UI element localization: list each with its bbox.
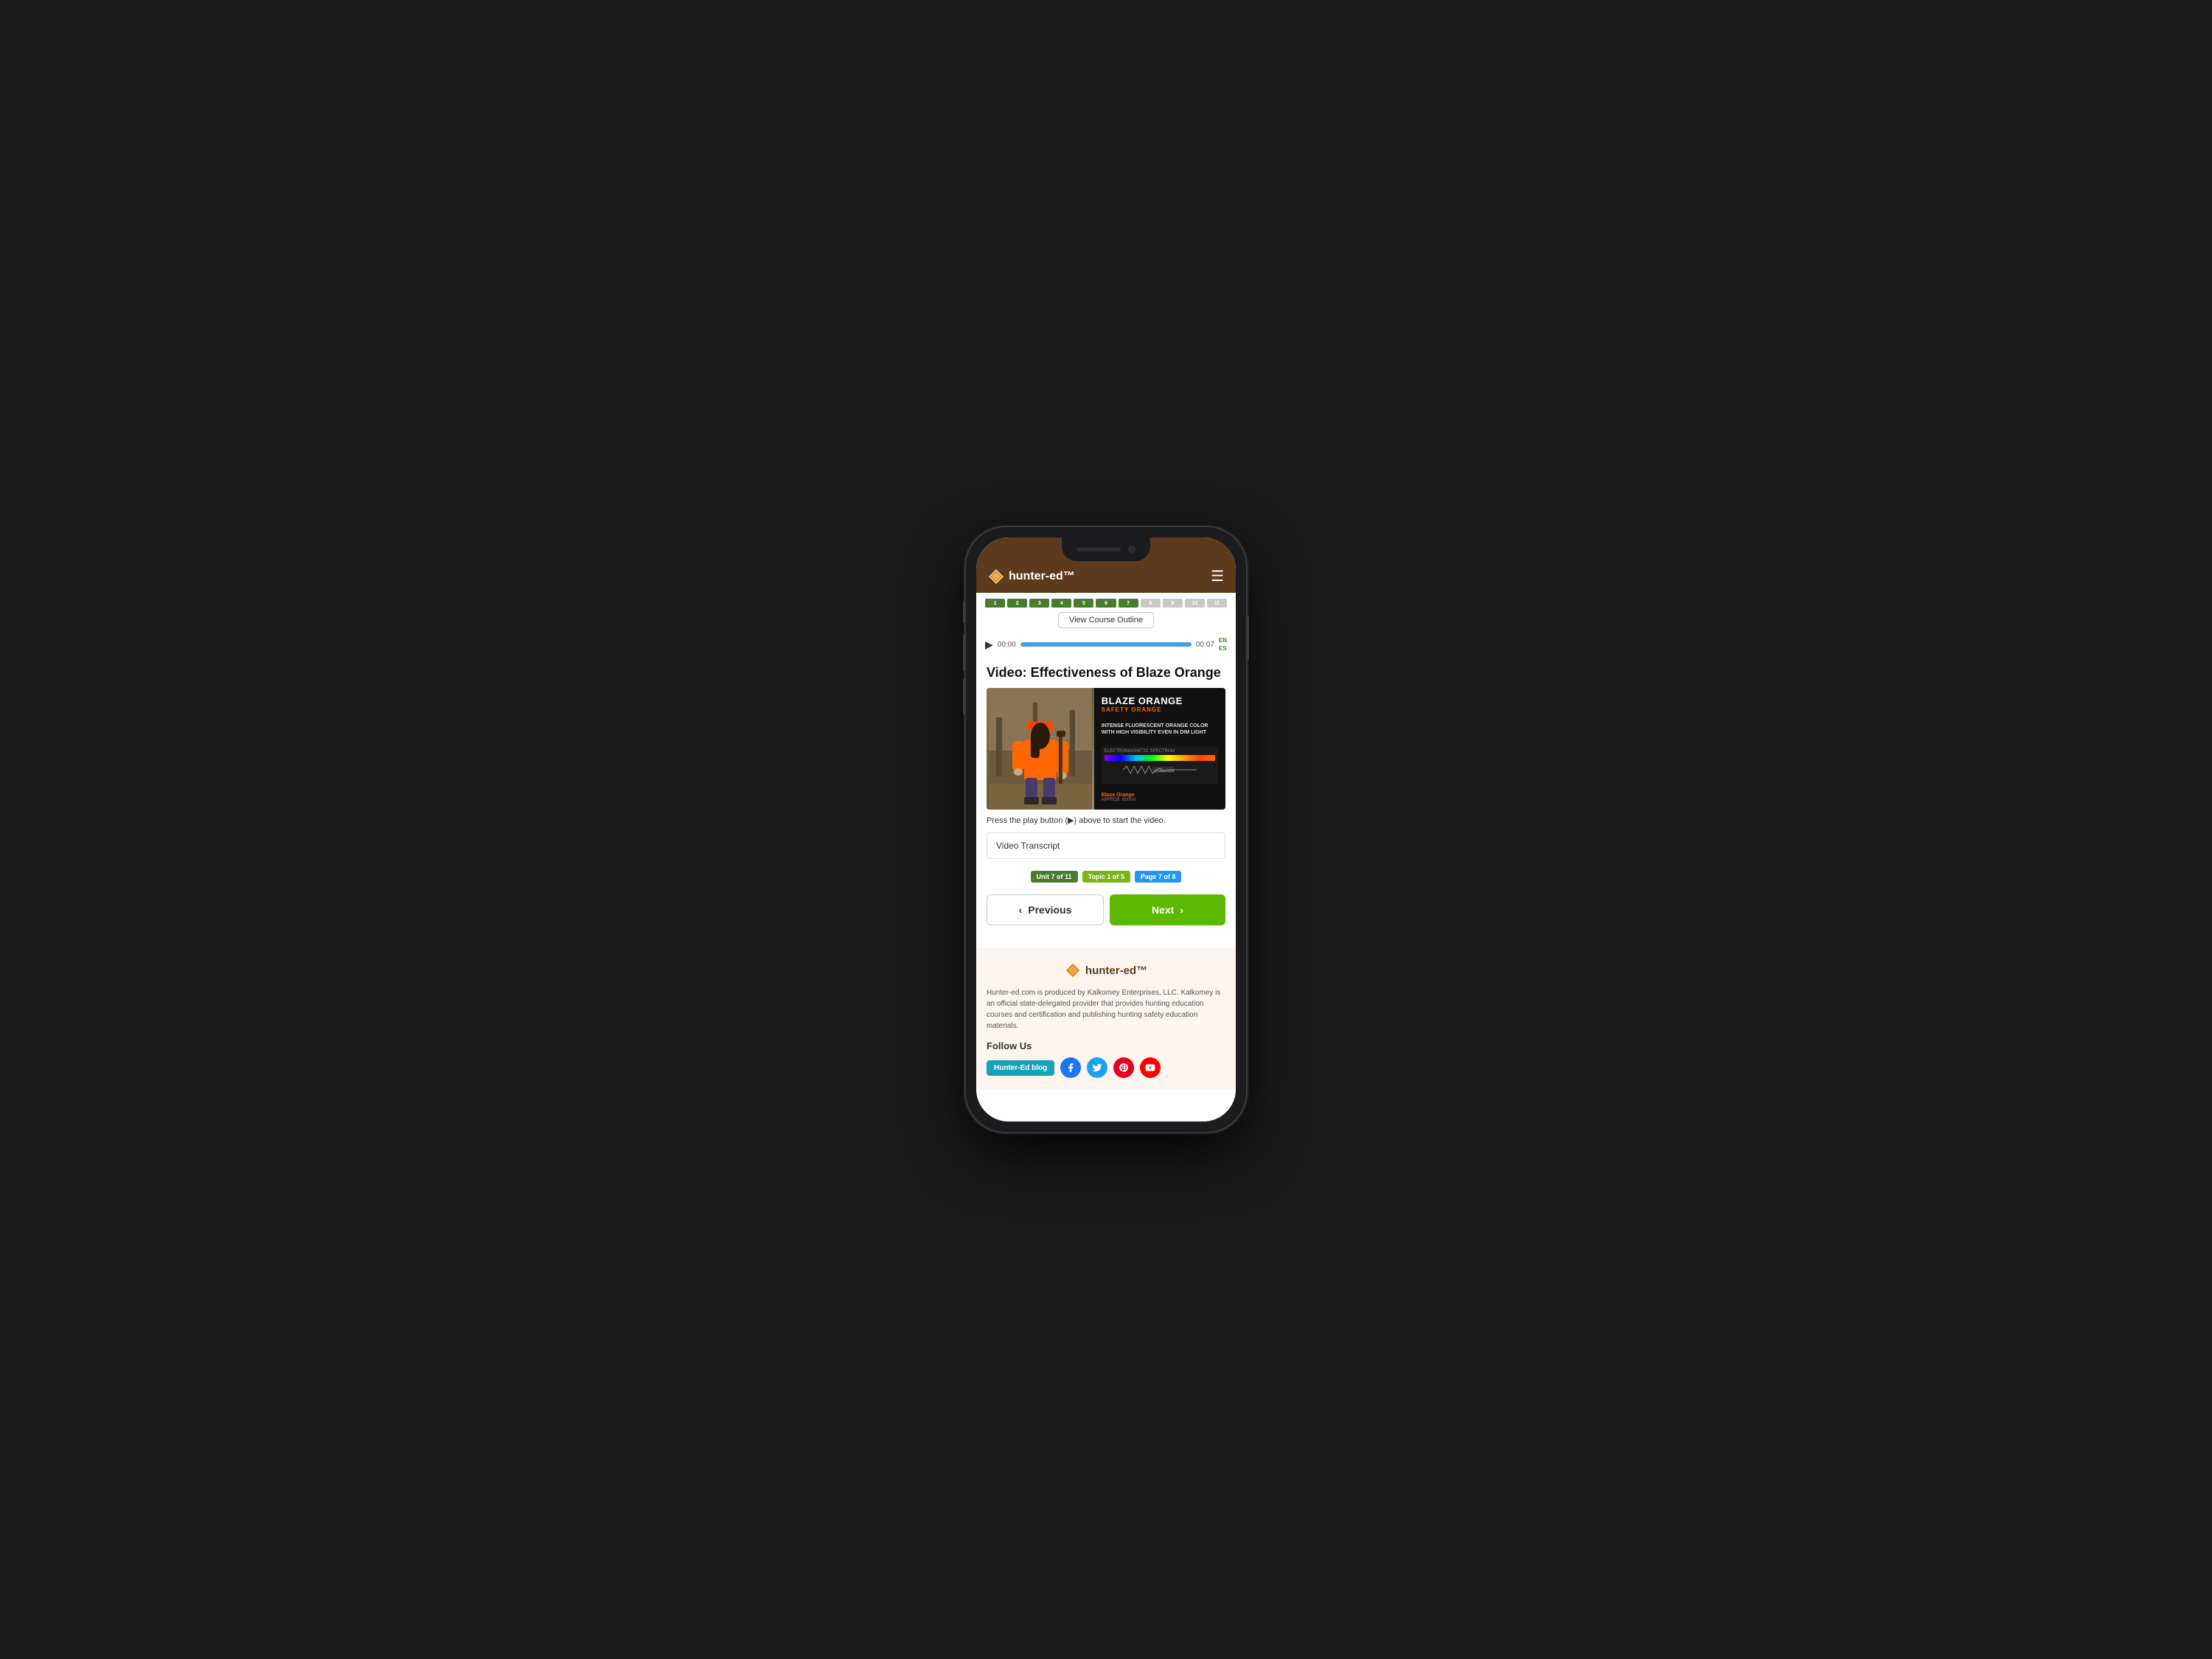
screen-content: hunter-ed™ ☰ 1 2 3 4 5 6 7 8 9 10 11 — [976, 538, 1236, 1121]
wave-svg: VISIBLE LIGHT — [1105, 762, 1215, 777]
phone-screen: hunter-ed™ ☰ 1 2 3 4 5 6 7 8 9 10 11 — [976, 538, 1236, 1121]
social-row: Hunter-Ed blog — [987, 1057, 1225, 1078]
svg-text:VISIBLE LIGHT: VISIBLE LIGHT — [1154, 769, 1175, 773]
prev-label: Previous — [1028, 904, 1071, 916]
footer-logo-diamond-icon — [1065, 962, 1081, 978]
blaze-orange-subtitle: SAFETY ORANGE — [1102, 706, 1218, 713]
power-button — [1246, 616, 1249, 660]
speaker — [1077, 547, 1121, 552]
unit-badge: Unit 7 of 11 — [1031, 871, 1078, 883]
nav-buttons: ‹ Previous Next › — [987, 894, 1225, 925]
footer-logo-text: hunter-ed™ — [1085, 964, 1147, 977]
facebook-icon[interactable] — [1060, 1057, 1081, 1078]
hamburger-menu-icon[interactable]: ☰ — [1211, 567, 1224, 585]
blaze-nm-label: APPROX. 620nm — [1102, 798, 1218, 802]
unit-step-1[interactable]: 1 — [985, 599, 1005, 608]
front-camera — [1128, 546, 1135, 553]
blaze-orange-title: BLAZE ORANGE — [1102, 695, 1218, 706]
next-label: Next — [1152, 904, 1174, 916]
silent-switch — [963, 601, 966, 623]
video-title: Video: Effectiveness of Blaze Orange — [987, 665, 1225, 681]
unit-step-6[interactable]: 6 — [1096, 599, 1116, 608]
spectrum-area: ELECTROMAGNETIC SPECTRUM VISIBLE LIGHT — [1102, 746, 1218, 784]
prev-icon: ‹ — [1019, 904, 1023, 916]
spectrum-label: ELECTROMAGNETIC SPECTRUM — [1105, 749, 1215, 754]
main-content: Video: Effectiveness of Blaze Orange — [976, 658, 1236, 947]
next-icon: › — [1180, 904, 1183, 916]
unit-step-7[interactable]: 7 — [1119, 599, 1138, 608]
blog-button[interactable]: Hunter-Ed blog — [987, 1060, 1054, 1076]
unit-step-5[interactable]: 5 — [1074, 599, 1093, 608]
unit-step-10[interactable]: 10 — [1185, 599, 1205, 608]
volume-up-button — [963, 634, 966, 671]
footer-description: Hunter-ed.com is produced by Kalkomey En… — [987, 987, 1225, 1032]
unit-step-9[interactable]: 9 — [1163, 599, 1183, 608]
logo-diamond-icon — [988, 568, 1004, 585]
progress-section: 1 2 3 4 5 6 7 8 9 10 11 View Course Outl… — [976, 593, 1236, 631]
transcript-section[interactable]: Video Transcript — [987, 832, 1225, 859]
phone-notch — [1062, 538, 1150, 561]
unit-steps: 1 2 3 4 5 6 7 8 9 10 11 — [985, 599, 1227, 608]
transcript-label[interactable]: Video Transcript — [996, 841, 1060, 851]
unit-step-4[interactable]: 4 — [1051, 599, 1071, 608]
video-thumbnail: BLAZE ORANGE SAFETY ORANGE INTENSE FLUOR… — [987, 688, 1225, 810]
page-badge: Page 7 of 8 — [1135, 871, 1182, 883]
blaze-orange-label: Blaze Orange — [1102, 793, 1218, 798]
footer: hunter-ed™ Hunter-ed.com is produced by … — [976, 947, 1236, 1090]
phone-frame: hunter-ed™ ☰ 1 2 3 4 5 6 7 8 9 10 11 — [966, 527, 1246, 1132]
pinterest-icon[interactable] — [1113, 1057, 1134, 1078]
unit-step-8[interactable]: 8 — [1141, 599, 1161, 608]
volume-down-button — [963, 678, 966, 715]
audio-player: ▶ 00:00 00:07 EN ES — [976, 631, 1236, 658]
audio-progress-bar[interactable] — [1020, 642, 1192, 647]
topic-badge: Topic 1 of 5 — [1082, 871, 1130, 883]
logo-area: hunter-ed™ — [988, 568, 1075, 585]
badges-row: Unit 7 of 11 Topic 1 of 5 Page 7 of 8 — [987, 871, 1225, 883]
play-button[interactable]: ▶ — [985, 639, 993, 651]
previous-button[interactable]: ‹ Previous — [987, 894, 1104, 925]
video-right-panel: BLAZE ORANGE SAFETY ORANGE INTENSE FLUOR… — [1094, 688, 1225, 810]
unit-step-3[interactable]: 3 — [1029, 599, 1049, 608]
video-left-panel — [987, 688, 1094, 810]
spectrum-bar — [1105, 755, 1215, 761]
lang-es-button[interactable]: ES — [1219, 645, 1227, 653]
follow-us-label: Follow Us — [987, 1040, 1225, 1051]
language-buttons: EN ES — [1219, 637, 1227, 652]
unit-step-11[interactable]: 11 — [1207, 599, 1227, 608]
lang-en-button[interactable]: EN — [1219, 637, 1227, 644]
time-end: 00:07 — [1196, 641, 1214, 649]
app-logo-text: hunter-ed™ — [1009, 570, 1075, 583]
twitter-icon[interactable] — [1087, 1057, 1107, 1078]
play-instruction: Press the play button (▶) above to start… — [987, 815, 1225, 825]
unit-step-2[interactable]: 2 — [1007, 599, 1027, 608]
hunter-svg — [987, 688, 1094, 810]
next-button[interactable]: Next › — [1110, 894, 1225, 925]
youtube-icon[interactable] — [1140, 1057, 1161, 1078]
footer-logo: hunter-ed™ — [987, 962, 1225, 978]
blaze-orange-description: INTENSE FLUORESCENT ORANGE COLOR WITH HI… — [1102, 723, 1218, 737]
course-outline-button[interactable]: View Course Outline — [1058, 612, 1154, 628]
time-start: 00:00 — [998, 641, 1016, 649]
